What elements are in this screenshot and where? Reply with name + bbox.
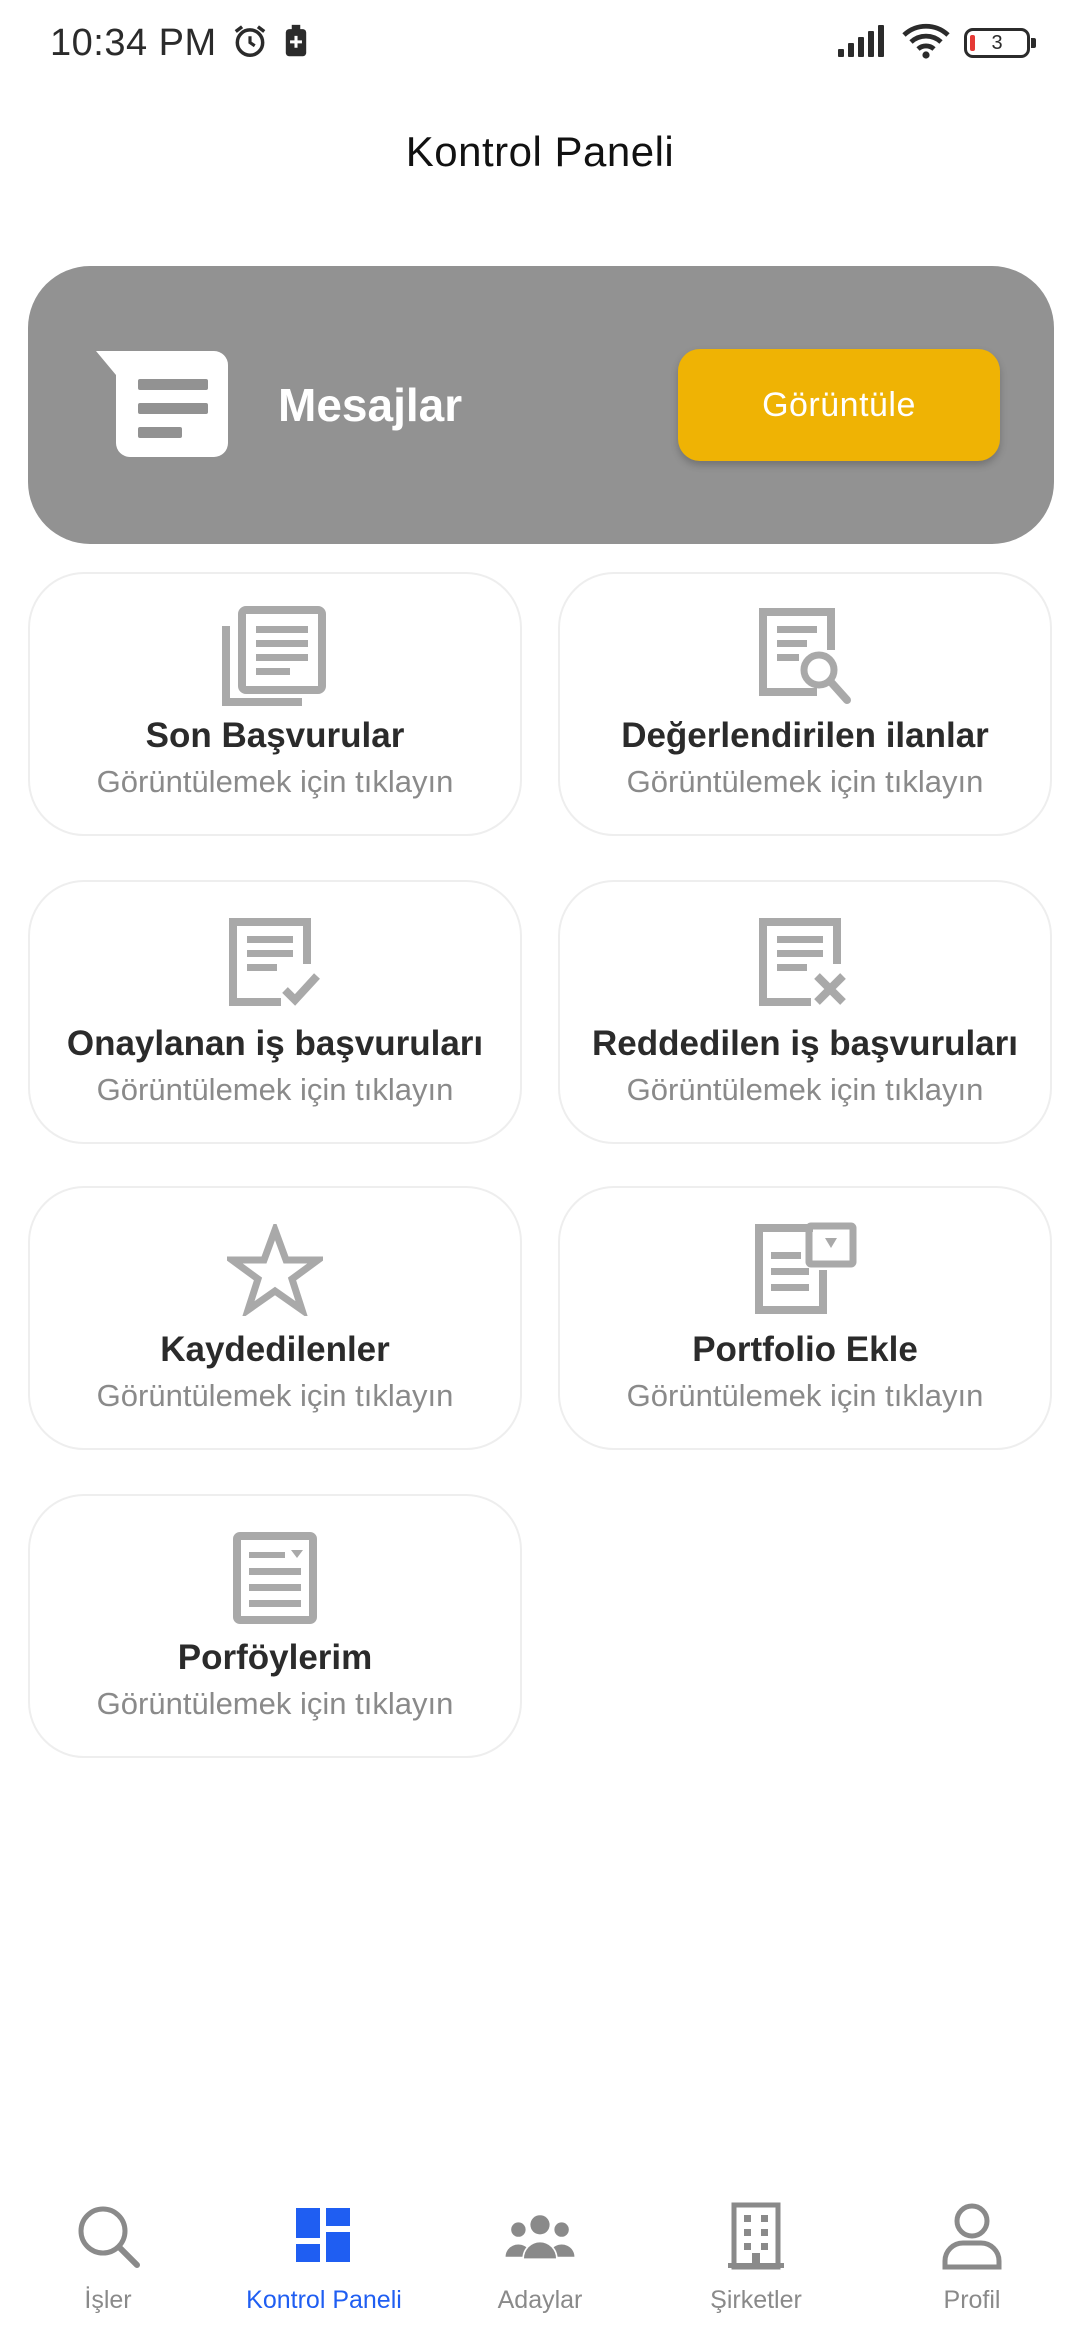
tile-evaluated-listings[interactable]: Değerlendirilen ilanlar Görüntülemek içi… bbox=[558, 572, 1052, 836]
dashboard-icon bbox=[288, 2200, 360, 2272]
nav-item-profile[interactable]: Profil bbox=[864, 2170, 1080, 2340]
document-search-icon bbox=[750, 606, 860, 706]
tile-subtitle: Görüntülemek için tıklayın bbox=[626, 764, 984, 799]
document-check-icon bbox=[220, 914, 330, 1014]
tile-subtitle: Görüntülemek için tıklayın bbox=[96, 1378, 454, 1413]
tile-title: Portfolio Ekle bbox=[692, 1330, 918, 1369]
dashboard-screen: 10:34 PM 3 Kontrol Paneli Mesajlar Görün… bbox=[0, 0, 1080, 2340]
bottom-nav: İşler Kontrol Paneli Adaylar Şirketler P… bbox=[0, 2170, 1080, 2340]
nav-label: Kontrol Paneli bbox=[246, 2286, 402, 2314]
alarm-icon bbox=[231, 22, 269, 65]
tile-add-portfolio[interactable]: Portfolio Ekle Görüntülemek için tıklayı… bbox=[558, 1186, 1052, 1450]
page-title: Kontrol Paneli bbox=[405, 128, 675, 175]
nav-label: Şirketler bbox=[710, 2286, 802, 2314]
status-left: 10:34 PM bbox=[50, 22, 309, 65]
tile-subtitle: Görüntülemek için tıklayın bbox=[626, 1072, 984, 1107]
tile-saved[interactable]: Kaydedilenler Görüntülemek için tıklayın bbox=[28, 1186, 522, 1450]
tile-subtitle: Görüntülemek için tıklayın bbox=[626, 1378, 984, 1413]
tile-title: Porföylerim bbox=[177, 1638, 373, 1677]
star-icon bbox=[220, 1220, 330, 1320]
nav-item-companies[interactable]: Şirketler bbox=[648, 2170, 864, 2340]
signal-icon bbox=[838, 24, 888, 62]
portfolio-icon bbox=[220, 1528, 330, 1628]
battery-saver-icon bbox=[283, 24, 309, 63]
messages-card[interactable]: Mesajlar Görüntüle bbox=[28, 266, 1054, 544]
message-icon bbox=[94, 347, 234, 463]
status-time: 10:34 PM bbox=[50, 21, 217, 64]
tile-subtitle: Görüntülemek için tıklayın bbox=[96, 1686, 454, 1721]
document-x-icon bbox=[750, 914, 860, 1014]
tile-my-portfolios[interactable]: Porföylerim Görüntülemek için tıklayın bbox=[28, 1494, 522, 1758]
tile-recent-applications[interactable]: Son Başvurular Görüntülemek için tıklayı… bbox=[28, 572, 522, 836]
status-bar: 10:34 PM 3 bbox=[0, 0, 1080, 86]
tile-rejected-applications[interactable]: Reddedilen iş başvuruları Görüntülemek i… bbox=[558, 880, 1052, 1144]
nav-item-dashboard[interactable]: Kontrol Paneli bbox=[216, 2170, 432, 2340]
nav-label: İşler bbox=[84, 2286, 132, 2314]
tile-approved-applications[interactable]: Onaylanan iş başvuruları Görüntülemek iç… bbox=[28, 880, 522, 1144]
search-icon bbox=[72, 2200, 144, 2272]
person-icon bbox=[936, 2200, 1008, 2272]
messages-label: Mesajlar bbox=[278, 379, 463, 431]
nav-item-jobs[interactable]: İşler bbox=[0, 2170, 216, 2340]
tile-subtitle: Görüntülemek için tıklayın bbox=[96, 1072, 454, 1107]
tile-title: Değerlendirilen ilanlar bbox=[621, 716, 989, 755]
tile-title: Onaylanan iş başvuruları bbox=[66, 1024, 484, 1063]
wifi-icon bbox=[902, 23, 950, 64]
tile-title: Reddedilen iş başvuruları bbox=[592, 1024, 1018, 1063]
battery-icon: 3 bbox=[964, 28, 1036, 58]
tile-title: Kaydedilenler bbox=[160, 1330, 390, 1369]
document-list-icon bbox=[220, 606, 330, 706]
status-right: 3 bbox=[838, 23, 1036, 64]
view-messages-button[interactable]: Görüntüle bbox=[678, 349, 1000, 461]
nav-label: Profil bbox=[943, 2286, 1001, 2314]
nav-label: Adaylar bbox=[497, 2286, 583, 2314]
nav-item-candidates[interactable]: Adaylar bbox=[432, 2170, 648, 2340]
tile-subtitle: Görüntülemek için tıklayın bbox=[96, 764, 454, 799]
people-icon bbox=[504, 2200, 576, 2272]
battery-level: 3 bbox=[991, 31, 1003, 54]
building-icon bbox=[720, 2200, 792, 2272]
tile-title: Son Başvurular bbox=[145, 716, 405, 755]
portfolio-add-icon bbox=[750, 1220, 860, 1320]
